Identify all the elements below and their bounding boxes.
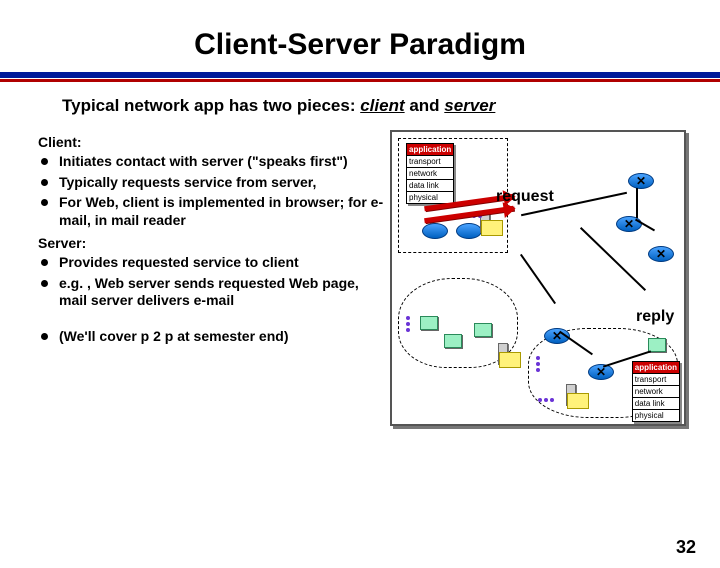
client-heading: Client: bbox=[38, 134, 384, 150]
reply-label: reply bbox=[636, 308, 674, 326]
dots-icon bbox=[406, 316, 410, 332]
host-icon bbox=[444, 334, 462, 348]
extra-bullets: (We'll cover p 2 p at semester end) bbox=[38, 328, 384, 346]
server-bullets: Provides requested service to client e.g… bbox=[38, 254, 384, 310]
router-icon bbox=[456, 223, 482, 239]
network-diagram: application transport network data link … bbox=[388, 128, 688, 428]
list-item: Initiates contact with server ("speaks f… bbox=[41, 153, 384, 171]
server-protocol-stack: application transport network data link … bbox=[632, 361, 680, 422]
host-icon bbox=[420, 316, 438, 330]
dots-icon bbox=[538, 398, 554, 402]
list-item: (We'll cover p 2 p at semester end) bbox=[41, 328, 384, 346]
router-icon bbox=[628, 173, 654, 189]
dots-icon bbox=[536, 356, 540, 372]
router-icon bbox=[616, 216, 642, 232]
client-bullets: Initiates contact with server ("speaks f… bbox=[38, 153, 384, 229]
router-icon bbox=[648, 246, 674, 262]
request-label: request bbox=[496, 188, 554, 206]
server-heading: Server: bbox=[38, 235, 384, 251]
list-item: e.g. , Web server sends requested Web pa… bbox=[41, 275, 384, 310]
client-protocol-stack: application transport network data link … bbox=[406, 143, 454, 204]
server-icon bbox=[566, 384, 576, 406]
title-divider bbox=[0, 72, 720, 82]
server-icon bbox=[498, 343, 508, 365]
host-icon bbox=[648, 338, 666, 352]
host-icon bbox=[474, 323, 492, 337]
list-item: Typically requests service from server, bbox=[41, 174, 384, 192]
list-item: Provides requested service to client bbox=[41, 254, 384, 272]
page-number: 32 bbox=[676, 537, 696, 558]
subtitle: Typical network app has two pieces: clie… bbox=[62, 96, 720, 116]
page-title: Client-Server Paradigm bbox=[0, 28, 720, 62]
router-icon bbox=[422, 223, 448, 239]
list-item: For Web, client is implemented in browse… bbox=[41, 194, 384, 229]
text-column: Client: Initiates contact with server ("… bbox=[0, 128, 384, 428]
router-icon bbox=[588, 364, 614, 380]
